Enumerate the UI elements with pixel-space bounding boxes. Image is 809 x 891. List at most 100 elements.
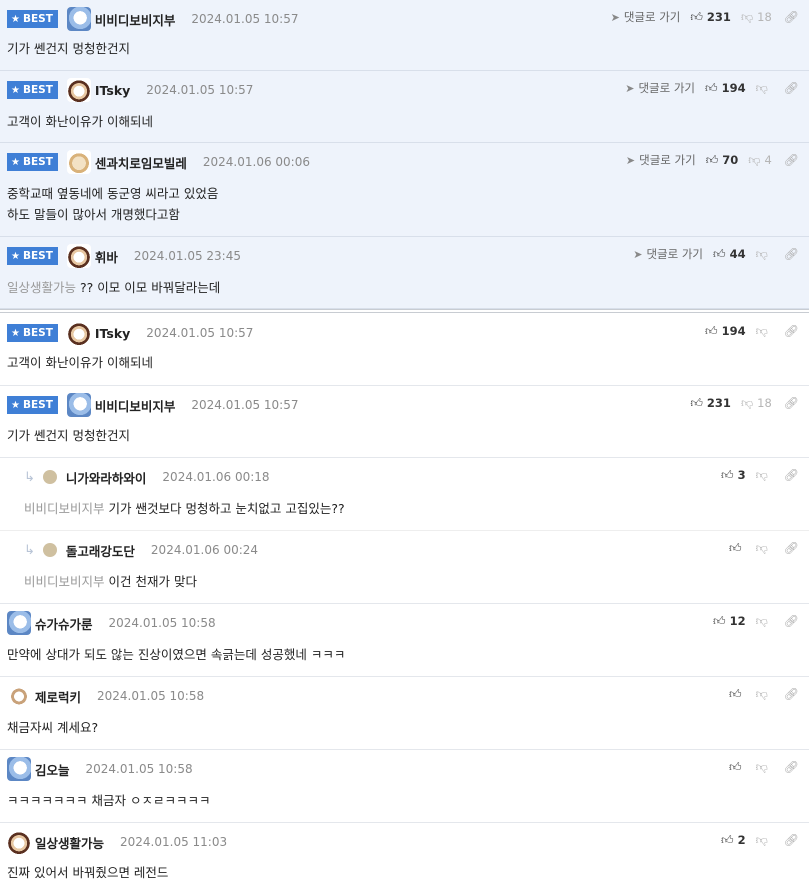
avatar[interactable] [66, 150, 91, 174]
go-to-reply-link[interactable]: ➤ 댓글로 가기 [611, 9, 681, 25]
best-badge: ★ BEST [7, 324, 58, 342]
avatar[interactable] [66, 393, 91, 417]
best-badge: ★ BEST [7, 247, 58, 265]
comment-text: 고객이 화난이유가 이해되네 [7, 114, 153, 129]
share-icon[interactable]: 🔗︎ [784, 541, 799, 555]
best-badge: ★ BEST [7, 153, 58, 171]
thumb-down-icon: 👎︎ [755, 613, 768, 628]
share-icon[interactable]: 🔗︎ [784, 324, 799, 338]
best-badge: ★ BEST [7, 81, 58, 99]
avatar[interactable] [7, 757, 31, 781]
thumb-up-icon: 👍︎ [713, 613, 726, 628]
comment-date: 2024.01.05 10:57 [146, 83, 254, 97]
nickname[interactable]: 휘바 [95, 247, 118, 266]
nickname[interactable]: 센과치로임모빌레 [95, 153, 187, 172]
comment-text: ㅋㅋㅋㅋㅋㅋㅋ 채금자 ㅇㅈㄹㅋㅋㅋㅋ [7, 793, 211, 808]
dislike-button[interactable]: 👎︎ [756, 541, 772, 556]
thumb-up-icon: 👍︎ [721, 832, 734, 847]
comment-date: 2024.01.05 10:57 [191, 398, 299, 412]
nickname[interactable]: 슈가슈가룬 [35, 614, 93, 633]
comment: ★ BEST ITsky 2024.01.05 10:57 👍︎ 194 👎︎ 🔗︎… [0, 314, 809, 386]
thumb-down-icon: 👎︎ [748, 152, 761, 167]
like-button[interactable]: 👍︎ 194 [705, 81, 746, 96]
comment: 일상생활가능 2024.01.05 11:03 👍︎ 2 👎︎ 🔗︎ 진짜 있어서… [0, 823, 809, 891]
like-button[interactable]: 👍︎ 70 [706, 153, 739, 168]
thumb-up-icon: 👍︎ [729, 759, 742, 774]
like-button[interactable]: 👍︎ 3 [721, 468, 746, 483]
share-icon[interactable]: 🔗︎ [784, 760, 799, 774]
dislike-button[interactable]: 👎︎ [756, 687, 772, 702]
thumb-down-icon: 👎︎ [755, 323, 768, 338]
mention[interactable]: 일상생활가능 [7, 280, 76, 295]
navigate-icon: ➤ [625, 81, 635, 95]
avatar[interactable] [7, 684, 31, 708]
comment-text: 진짜 있어서 바꿔줬으면 레전드 [7, 865, 169, 880]
avatar[interactable] [66, 78, 91, 102]
like-button[interactable]: 👍︎ 231 [690, 10, 731, 25]
avatar[interactable] [7, 611, 31, 635]
dislike-button[interactable]: 👎︎ [756, 468, 772, 483]
nickname[interactable]: 일상생활가능 [35, 833, 104, 852]
share-icon[interactable]: 🔗︎ [784, 468, 799, 482]
share-icon[interactable]: 🔗︎ [784, 81, 799, 95]
thumb-down-icon: 👎︎ [740, 9, 754, 24]
mention[interactable]: 비비디보비지부 [24, 574, 105, 589]
like-button[interactable]: 👍︎ 12 [713, 614, 746, 629]
section-divider [0, 309, 809, 313]
dislike-button[interactable]: 👎︎ [756, 247, 772, 262]
avatar[interactable] [66, 7, 91, 31]
thumb-down-icon: 👎︎ [755, 540, 768, 555]
thumb-up-icon: 👍︎ [705, 152, 719, 167]
dislike-button[interactable]: 👎︎ [756, 324, 772, 339]
share-icon[interactable]: 🔗︎ [784, 396, 799, 410]
comment-text: 일상생활가능?? 이모 이모 바꿔달라는데 [7, 280, 221, 295]
like-button[interactable]: 👍︎ 194 [705, 324, 746, 339]
avatar[interactable] [7, 830, 31, 854]
nickname[interactable]: 김오늘 [35, 760, 70, 779]
comment-date: 2024.01.06 00:06 [202, 155, 310, 169]
nickname[interactable]: ITsky [95, 83, 130, 98]
nickname[interactable]: 돌고래강도단 [66, 541, 135, 560]
comment-date: 2024.01.06 00:24 [150, 543, 259, 557]
star-icon: ★ [11, 327, 20, 339]
like-button[interactable]: 👍︎ [729, 687, 746, 702]
share-icon[interactable]: 🔗︎ [784, 247, 799, 261]
dislike-button[interactable]: 👎︎ [756, 833, 772, 848]
go-to-reply-link[interactable]: ➤ 댓글로 가기 [625, 80, 695, 96]
avatar[interactable] [66, 321, 91, 345]
like-button[interactable]: 👍︎ 2 [721, 833, 746, 848]
share-icon[interactable]: 🔗︎ [784, 687, 799, 701]
share-icon[interactable]: 🔗︎ [784, 153, 799, 167]
avatar[interactable] [42, 470, 57, 484]
mention[interactable]: 비비디보비지부 [24, 501, 105, 516]
like-button[interactable]: 👍︎ [729, 541, 746, 556]
share-icon[interactable]: 🔗︎ [784, 833, 799, 847]
nickname[interactable]: 비비디보비지부 [95, 396, 176, 415]
dislike-button[interactable]: 👎︎ [756, 760, 772, 775]
go-to-reply-link[interactable]: ➤ 댓글로 가기 [626, 152, 696, 168]
dislike-button[interactable]: 👎︎ 4 [748, 153, 772, 168]
avatar[interactable] [66, 244, 91, 268]
nickname[interactable]: ITsky [95, 326, 130, 341]
dislike-button[interactable]: 👎︎ [756, 614, 772, 629]
dislike-button[interactable]: 👎︎ 18 [741, 396, 772, 411]
nickname[interactable]: 비비디보비지부 [95, 10, 176, 29]
reply-comment: ↳ 돌고래강도단 2024.01.06 00:24 👍︎ 👎︎ 🔗︎ 비비디보비… [0, 531, 809, 604]
comment-line: 하도 말들이 많아서 개명했다고함 [7, 207, 180, 222]
like-button[interactable]: 👍︎ [729, 760, 746, 775]
like-button[interactable]: 👍︎ 231 [690, 396, 731, 411]
reply-arrow-icon: ↳ [24, 542, 35, 558]
go-to-reply-link[interactable]: ➤ 댓글로 가기 [633, 246, 703, 262]
dislike-button[interactable]: 👎︎ 18 [741, 10, 772, 25]
comment-text: 채금자씨 계세요? [7, 720, 99, 735]
share-icon[interactable]: 🔗︎ [784, 10, 799, 24]
star-icon: ★ [11, 250, 20, 262]
comment-date: 2024.01.05 11:03 [120, 835, 228, 849]
navigate-icon: ➤ [610, 10, 620, 24]
like-button[interactable]: 👍︎ 44 [713, 247, 746, 262]
share-icon[interactable]: 🔗︎ [784, 614, 799, 628]
nickname[interactable]: 니가와라하와이 [66, 468, 147, 487]
avatar[interactable] [42, 543, 57, 557]
nickname[interactable]: 제로럭키 [35, 687, 81, 706]
dislike-button[interactable]: 👎︎ [756, 81, 772, 96]
